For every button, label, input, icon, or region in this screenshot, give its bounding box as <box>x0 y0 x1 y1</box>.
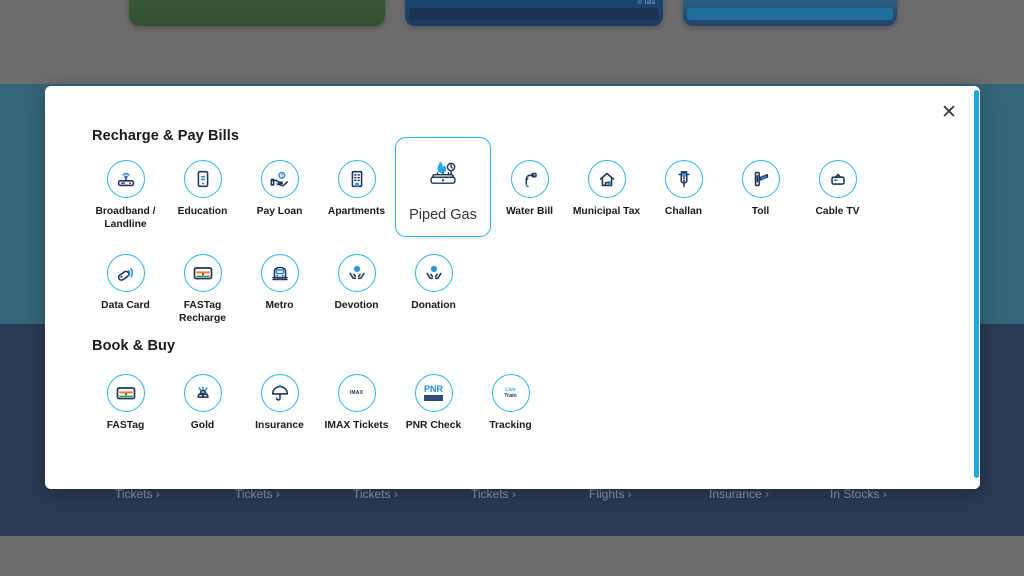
live-train-icon: Live Train <box>491 374 530 412</box>
tile-label: Education <box>177 206 228 217</box>
toll-barrier-icon <box>741 160 780 198</box>
television-icon <box>818 160 857 198</box>
gold-bars-icon <box>183 374 222 412</box>
tile-fastag[interactable]: FASTag <box>87 374 164 433</box>
tile-pay-loan[interactable]: ₹ Pay Loan <box>241 160 318 237</box>
tile-broadband-landline[interactable]: Broadband / Landline <box>87 160 164 237</box>
umbrella-icon <box>260 374 299 412</box>
tile-label: Toll <box>751 206 770 217</box>
tile-row-recharge-1: Broadband / Landline Education ₹ Pay Loan Ap… <box>87 137 876 237</box>
pnr-logo-bar <box>423 395 443 401</box>
traffic-signal-icon <box>664 160 703 198</box>
imax-logo-icon: IMAX <box>337 374 376 412</box>
footer-link-row: Tickets › Tickets › Tickets › Tickets › Flig… <box>0 487 1024 507</box>
fastag-card-icon <box>106 374 145 412</box>
footer-link[interactable]: In Stocks › <box>830 487 887 501</box>
tile-label: IMAX Tickets <box>324 420 389 431</box>
tile-imax-tickets[interactable]: IMAX IMAX Tickets <box>318 374 395 433</box>
section-title-book-buy: Book & Buy <box>92 338 176 354</box>
tile-municipal-tax[interactable]: Municipal Tax <box>568 160 645 237</box>
tile-apartments[interactable]: Apartments <box>318 160 395 237</box>
close-icon[interactable]: ✕ <box>938 102 960 124</box>
hero-card-2-watermark: © Tata <box>637 0 655 6</box>
tile-label: Water Bill <box>505 206 554 217</box>
pnr-logo-icon: PNR <box>414 374 453 412</box>
screen: © Tata Tickets › Tickets › Tickets › Ticket… <box>0 0 1024 576</box>
tile-insurance[interactable]: Insurance <box>241 374 318 433</box>
hands-donation-icon <box>414 254 453 292</box>
footer-link[interactable]: Insurance › <box>709 487 769 501</box>
router-icon <box>106 160 145 198</box>
tile-label: Insurance <box>255 420 304 431</box>
tile-fastag-recharge[interactable]: FASTag Recharge <box>164 254 241 325</box>
tile-label: FASTag Recharge <box>179 300 226 324</box>
footer-link[interactable]: Tickets › <box>353 487 398 501</box>
tile-label: Gold <box>190 420 215 431</box>
hero-card-2[interactable]: © Tata <box>405 0 663 26</box>
modal-scrollbar-track[interactable] <box>973 86 980 489</box>
house-tax-icon <box>587 160 626 198</box>
tile-label: FASTag <box>106 420 145 431</box>
tile-piped-gas[interactable]: Piped Gas <box>395 137 491 237</box>
datacard-dongle-icon <box>106 254 145 292</box>
tile-cable-tv[interactable]: Cable TV <box>799 160 876 237</box>
hero-card-strip: © Tata <box>0 0 1024 26</box>
imax-logo-text: IMAX <box>349 390 364 396</box>
gas-stove-icon <box>420 149 466 196</box>
tile-toll[interactable]: Toll <box>722 160 799 237</box>
footer-link[interactable]: Tickets › <box>235 487 280 501</box>
tile-devotion[interactable]: Devotion <box>318 254 395 325</box>
hero-card-3[interactable] <box>683 0 897 26</box>
tile-label: Piped Gas <box>409 206 477 223</box>
tile-label: Municipal Tax <box>572 206 641 217</box>
page-overlay-bottom <box>0 536 1024 576</box>
education-book-icon <box>183 160 222 198</box>
tile-pnr-check[interactable]: PNR PNR Check <box>395 374 472 433</box>
tile-label: Metro <box>265 300 294 311</box>
tile-label: Challan <box>664 206 703 217</box>
hero-card-1[interactable] <box>129 0 385 26</box>
fastag-card-icon <box>183 254 222 292</box>
live-train-text-bottom: Train <box>504 393 517 399</box>
tile-label: Data Card <box>101 300 150 311</box>
tile-label: PNR Check <box>405 420 462 431</box>
tile-row-recharge-2: Data Card FASTag Recharge Metro Devotion Don… <box>87 254 472 325</box>
tile-education[interactable]: Education <box>164 160 241 237</box>
tile-label: Donation <box>411 300 456 311</box>
tile-label: Tracking <box>489 420 532 431</box>
apartment-building-icon <box>337 160 376 198</box>
water-tap-icon <box>510 160 549 198</box>
tile-metro[interactable]: Metro <box>241 254 318 325</box>
modal-scrollbar-thumb[interactable] <box>974 90 979 478</box>
hero-card-3-band <box>687 8 893 20</box>
tile-water-bill[interactable]: Water Bill <box>491 160 568 237</box>
footer-link[interactable]: Flights › <box>589 487 632 501</box>
footer-link[interactable]: Tickets › <box>115 487 160 501</box>
services-modal: ✕ Recharge & Pay Bills Broadband / Landl… <box>45 86 980 489</box>
tile-data-card[interactable]: Data Card <box>87 254 164 325</box>
footer-link[interactable]: Tickets › <box>471 487 516 501</box>
tile-label: Devotion <box>334 300 379 311</box>
tile-gold[interactable]: Gold <box>164 374 241 433</box>
tile-label: Pay Loan <box>256 206 303 217</box>
pnr-logo-text: PNR <box>423 384 443 394</box>
tile-row-book-buy-1: FASTag Gold Insurance IMAX IMAX Tickets PNR PN… <box>87 374 549 433</box>
hand-coin-icon: ₹ <box>260 160 299 198</box>
tile-tracking[interactable]: Live Train Tracking <box>472 374 549 433</box>
metro-train-icon <box>260 254 299 292</box>
hero-card-2-band <box>409 8 659 20</box>
tile-label: Cable TV <box>815 206 860 217</box>
section-title-recharge: Recharge & Pay Bills <box>92 128 240 144</box>
hands-offering-icon <box>337 254 376 292</box>
tile-label: Apartments <box>327 206 386 217</box>
tile-challan[interactable]: Challan <box>645 160 722 237</box>
tile-donation[interactable]: Donation <box>395 254 472 325</box>
tile-label: Broadband / Landline <box>95 206 156 230</box>
